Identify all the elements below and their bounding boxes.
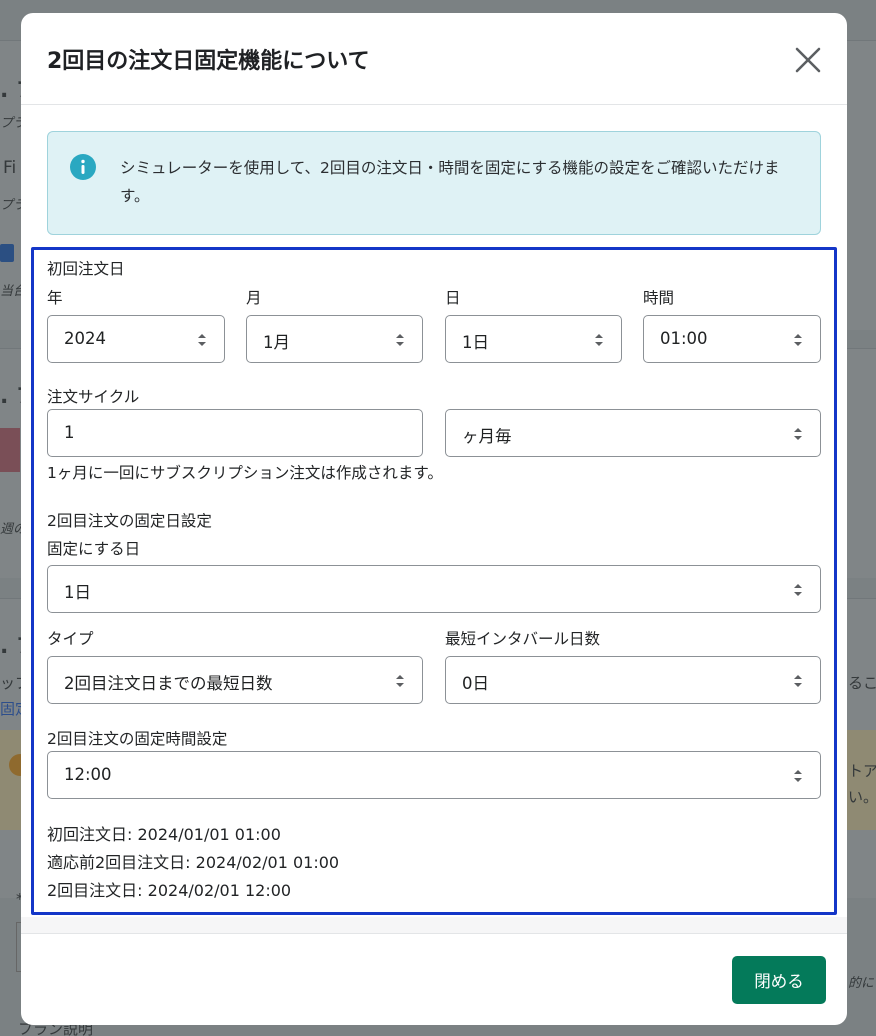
select-arrows-icon	[794, 584, 802, 596]
result-first-order: 初回注文日: 2024/01/01 01:00	[47, 825, 281, 844]
select-arrows-icon	[595, 334, 603, 346]
day-select[interactable]: 1日	[445, 315, 622, 363]
fixed-day-value: 1日	[64, 583, 91, 602]
background-text: Fi	[3, 158, 17, 178]
result-before-second: 適応前2回目注文日: 2024/02/01 01:00	[47, 853, 340, 872]
select-arrows-icon	[396, 675, 404, 687]
modal-title: 2回目の注文日固定機能について	[47, 49, 370, 74]
type-select[interactable]: 2回目注文日までの最短日数	[47, 656, 423, 704]
fixed-day-select[interactable]: 1日	[47, 565, 821, 613]
fixed-time-select[interactable]: 12:00	[47, 751, 821, 799]
fixed-time-value: 12:00	[64, 765, 112, 784]
type-label: タイプ	[47, 630, 94, 648]
product-thumbnail	[0, 428, 20, 472]
info-icon	[70, 154, 96, 180]
cycle-unit-value: ヶ月毎	[462, 427, 512, 446]
type-value: 2回目注文日までの最短日数	[64, 674, 273, 693]
checkbox-icon	[0, 244, 14, 262]
year-select[interactable]: 2024	[47, 315, 225, 363]
select-arrows-icon	[396, 334, 404, 346]
time-select-value: 01:00	[660, 329, 708, 348]
day-select-value: 1日	[462, 333, 489, 352]
fixed-day-label: 固定にする日	[47, 540, 141, 558]
close-button[interactable]: 閉める	[732, 956, 826, 1004]
select-arrows-icon	[794, 334, 802, 346]
first-order-label: 初回注文日	[47, 260, 125, 278]
select-arrows-icon	[198, 334, 206, 346]
select-arrows-icon	[794, 428, 802, 440]
month-select[interactable]: 1月	[246, 315, 423, 363]
result-second-order: 2回目注文日: 2024/02/01 12:00	[47, 881, 292, 900]
close-icon[interactable]	[791, 43, 825, 77]
year-label: 年	[47, 289, 63, 307]
day-label: 日	[445, 289, 461, 307]
banner-text: シミュレーターを使用して、2回目の注文日・時間を固定にする機能の設定をご確認いた…	[120, 159, 780, 205]
cycle-count-input[interactable]: 1	[47, 409, 423, 457]
modal-dialog: 2回目の注文日固定機能について シミュレーターを使用して、2回目の注文日・時間を…	[21, 13, 847, 1025]
background-text: い。	[848, 788, 876, 806]
cycle-label: 注文サイクル	[47, 388, 140, 406]
background-text: るこ	[848, 674, 876, 692]
month-label: 月	[246, 289, 262, 307]
background-text: 的に	[848, 976, 875, 991]
time-label: 時間	[643, 289, 675, 307]
fixed-day-section-label: 2回目注文の固定日設定	[47, 512, 212, 530]
cycle-count-value: 1	[64, 423, 75, 442]
time-select[interactable]: 01:00	[643, 315, 821, 363]
interval-value: 0日	[462, 674, 489, 693]
cycle-help-text: 1ヶ月に一回にサブスクリプション注文は作成されます。	[47, 464, 443, 482]
month-select-value: 1月	[263, 333, 290, 352]
year-select-value: 2024	[64, 329, 106, 348]
interval-select[interactable]: 0日	[445, 656, 821, 704]
background-text: トア	[848, 762, 876, 780]
modal-footer	[21, 933, 847, 1025]
select-arrows-icon	[794, 675, 802, 687]
interval-label: 最短インタバール日数	[445, 630, 601, 648]
cycle-unit-select[interactable]: ヶ月毎	[445, 409, 821, 457]
select-arrows-icon	[794, 770, 802, 782]
modal-header: 2回目の注文日固定機能について	[21, 13, 847, 105]
fixed-time-section-label: 2回目注文の固定時間設定	[47, 730, 228, 748]
info-banner: シミュレーターを使用して、2回目の注文日・時間を固定にする機能の設定をご確認いた…	[47, 131, 821, 235]
footer-divider	[21, 917, 847, 933]
